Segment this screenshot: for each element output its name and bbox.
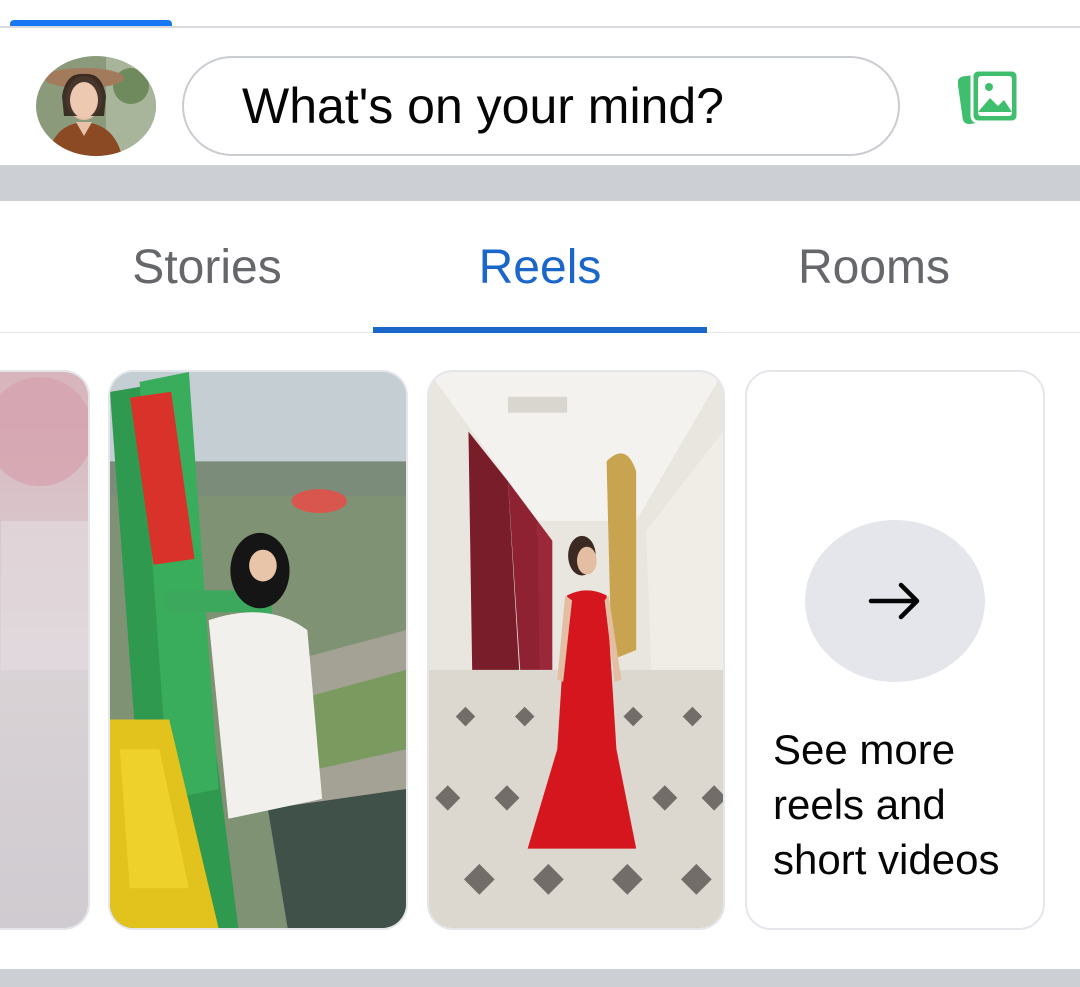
avatar[interactable] — [36, 56, 156, 156]
avatar-image — [36, 56, 156, 156]
section-divider-bottom — [0, 969, 1080, 987]
section-divider — [0, 165, 1080, 201]
composer-placeholder: What's on your mind? — [242, 78, 724, 134]
reel-thumbnail — [429, 372, 723, 928]
photo-button[interactable] — [957, 68, 1022, 126]
reel-thumbnail — [0, 372, 88, 928]
reel-card-partial[interactable] — [0, 370, 90, 930]
tab-reels[interactable]: Reels — [373, 201, 707, 333]
see-more-reels-card[interactable]: See more reels and short videos — [745, 370, 1045, 930]
stories-reels-rooms-tabs: Stories Reels Rooms — [0, 201, 1080, 334]
reel-thumbnail — [110, 372, 406, 928]
see-more-label: See more reels and short videos — [773, 726, 1000, 883]
tab-stories[interactable]: Stories — [40, 201, 374, 333]
reel-card-bungee[interactable] — [108, 370, 408, 930]
tab-rooms[interactable]: Rooms — [707, 201, 1041, 333]
post-composer: What's on your mind? — [0, 28, 1080, 165]
photo-icon — [957, 68, 1020, 125]
reels-carousel: See more reels and short videos — [0, 333, 1080, 969]
reel-card-red-dress[interactable] — [427, 370, 725, 930]
whats-on-your-mind-input[interactable]: What's on your mind? — [182, 56, 900, 156]
arrow-right-icon — [868, 582, 920, 620]
see-more-arrow-button[interactable] — [805, 520, 985, 682]
